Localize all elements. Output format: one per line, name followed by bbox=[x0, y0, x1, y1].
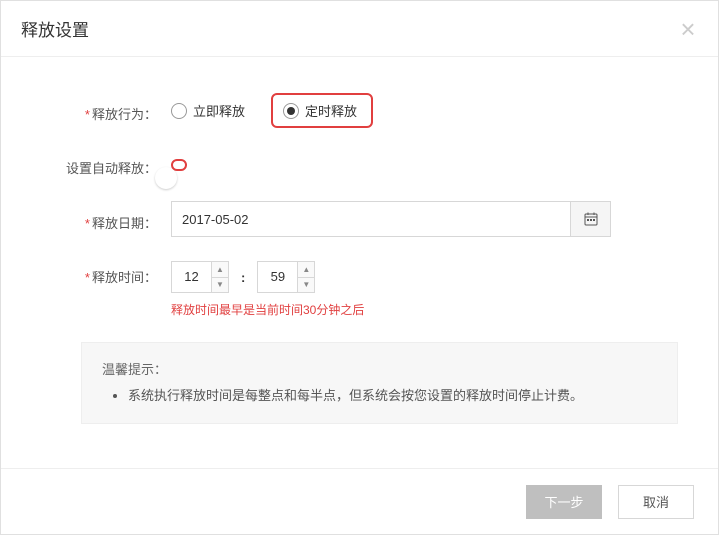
minute-spinner: 59 ▲ ▼ bbox=[257, 261, 315, 293]
radio-immediate-release[interactable]: 立即释放 bbox=[171, 101, 245, 120]
release-settings-dialog: 释放设置 × *释放行为： 立即释放 定时释放 设置自动释放 bbox=[0, 0, 719, 535]
radio-scheduled-label: 定时释放 bbox=[305, 101, 357, 120]
date-field bbox=[171, 201, 611, 237]
required-marker: * bbox=[85, 216, 90, 231]
tips-title: 温馨提示： bbox=[102, 359, 657, 378]
close-icon[interactable]: × bbox=[674, 15, 702, 43]
time-spinner-row: 12 ▲ ▼ : 59 ▲ ▼ bbox=[171, 261, 321, 293]
auto-release-toggle-frame bbox=[171, 159, 187, 171]
minute-up-button[interactable]: ▲ bbox=[297, 261, 315, 278]
field-release-time: 12 ▲ ▼ : 59 ▲ ▼ 释放时间 bbox=[171, 261, 678, 318]
hour-spinner-buttons: ▲ ▼ bbox=[211, 261, 229, 293]
radio-scheduled-release[interactable]: 定时释放 bbox=[271, 93, 373, 128]
label-release-behavior: *释放行为： bbox=[41, 98, 171, 123]
required-marker: * bbox=[85, 107, 90, 122]
row-auto-release: 设置自动释放： bbox=[41, 152, 678, 177]
radio-circle-icon bbox=[171, 103, 187, 119]
dialog-footer: 下一步 取消 bbox=[1, 468, 718, 534]
next-button[interactable]: 下一步 bbox=[526, 485, 602, 519]
label-auto-release: 设置自动释放： bbox=[41, 152, 171, 177]
row-release-behavior: *释放行为： 立即释放 定时释放 bbox=[41, 93, 678, 128]
tips-list: 系统执行释放时间是每整点和每半点，但系统会按您设置的释放时间停止计费。 bbox=[102, 384, 657, 407]
minute-down-button[interactable]: ▼ bbox=[297, 278, 315, 294]
time-colon: : bbox=[241, 270, 245, 285]
required-marker: * bbox=[85, 270, 90, 285]
minute-spinner-buttons: ▲ ▼ bbox=[297, 261, 315, 293]
cancel-button[interactable]: 取消 bbox=[618, 485, 694, 519]
dialog-title: 释放设置 bbox=[21, 16, 89, 41]
release-date-input[interactable] bbox=[171, 201, 571, 237]
calendar-icon bbox=[584, 212, 598, 226]
release-time-hint: 释放时间最早是当前时间30分钟之后 bbox=[171, 301, 678, 318]
hour-down-button[interactable]: ▼ bbox=[211, 278, 229, 294]
calendar-button[interactable] bbox=[571, 201, 611, 237]
toggle-knob bbox=[155, 167, 177, 189]
hour-up-button[interactable]: ▲ bbox=[211, 261, 229, 278]
minute-value[interactable]: 59 bbox=[257, 261, 297, 293]
field-release-behavior: 立即释放 定时释放 bbox=[171, 93, 678, 128]
dialog-header: 释放设置 × bbox=[1, 1, 718, 57]
radio-circle-icon bbox=[283, 103, 299, 119]
field-release-date bbox=[171, 201, 678, 237]
radio-immediate-label: 立即释放 bbox=[193, 101, 245, 120]
row-release-date: *释放日期： bbox=[41, 201, 678, 237]
label-release-time: *释放时间： bbox=[41, 261, 171, 286]
field-auto-release bbox=[171, 159, 678, 171]
row-release-time: *释放时间： 12 ▲ ▼ : 59 ▲ bbox=[41, 261, 678, 318]
dialog-body: *释放行为： 立即释放 定时释放 设置自动释放： bbox=[1, 57, 718, 444]
tips-box: 温馨提示： 系统执行释放时间是每整点和每半点，但系统会按您设置的释放时间停止计费… bbox=[81, 342, 678, 424]
label-release-date: *释放日期： bbox=[41, 207, 171, 232]
hour-value[interactable]: 12 bbox=[171, 261, 211, 293]
hour-spinner: 12 ▲ ▼ bbox=[171, 261, 229, 293]
tips-item: 系统执行释放时间是每整点和每半点，但系统会按您设置的释放时间停止计费。 bbox=[128, 384, 657, 407]
